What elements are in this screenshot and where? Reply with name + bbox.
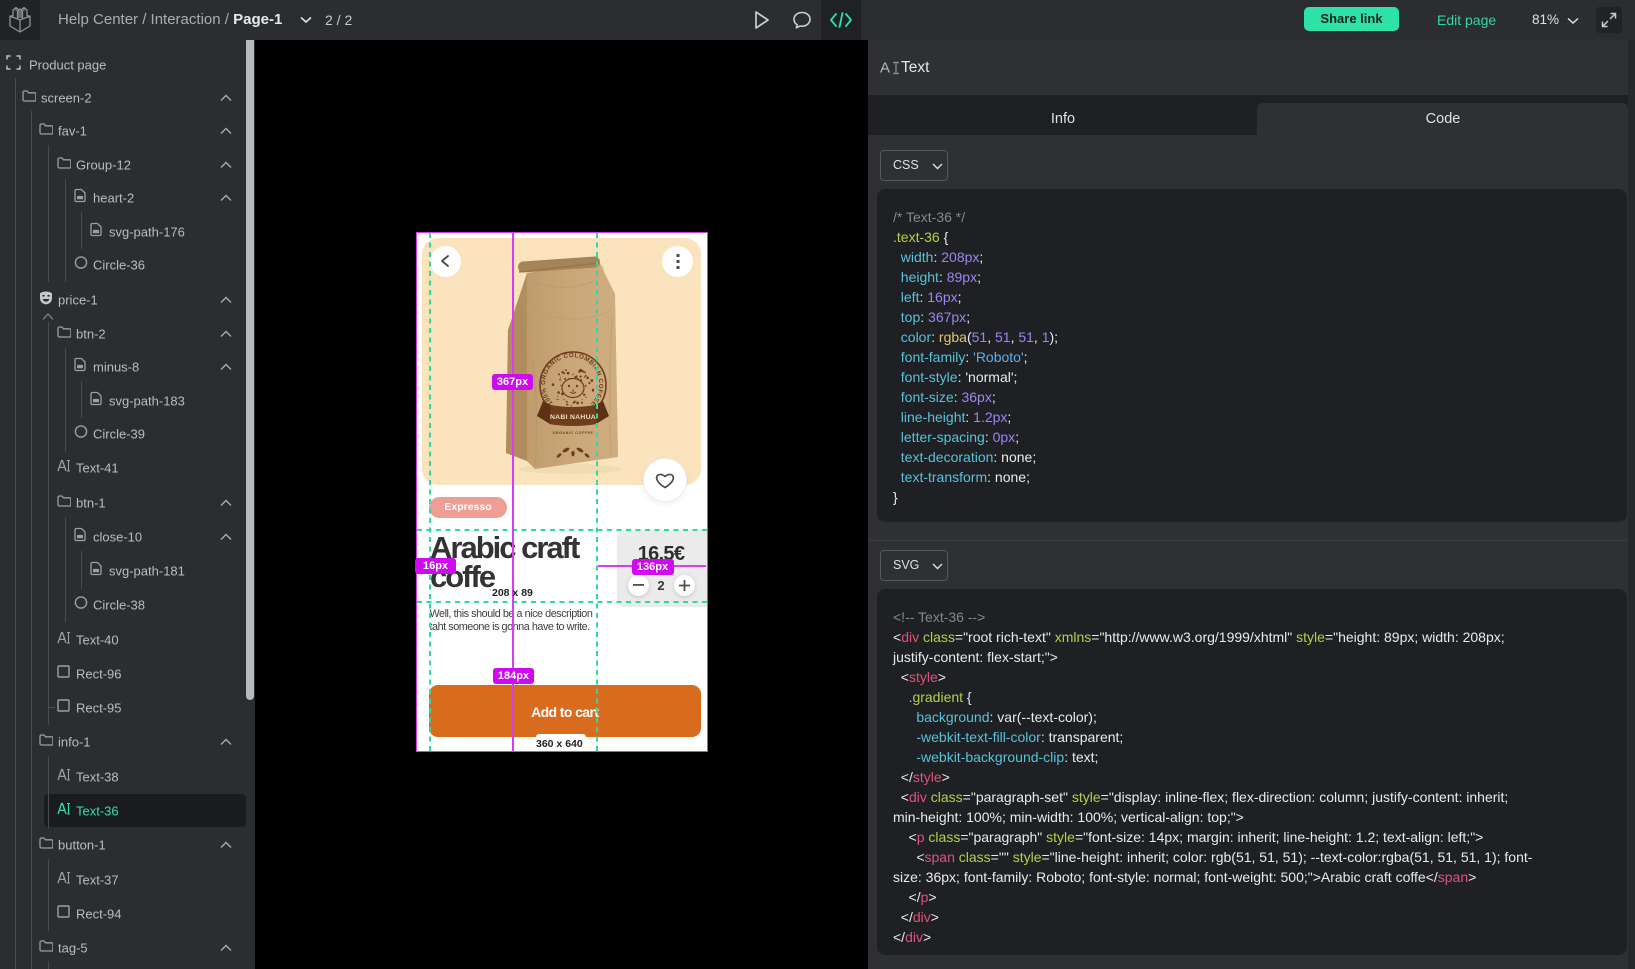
- svg-text:ORGANIC COFFEE: ORGANIC COFFEE: [553, 431, 594, 435]
- svg-text:NABI NAHUA: NABI NAHUA: [550, 414, 596, 421]
